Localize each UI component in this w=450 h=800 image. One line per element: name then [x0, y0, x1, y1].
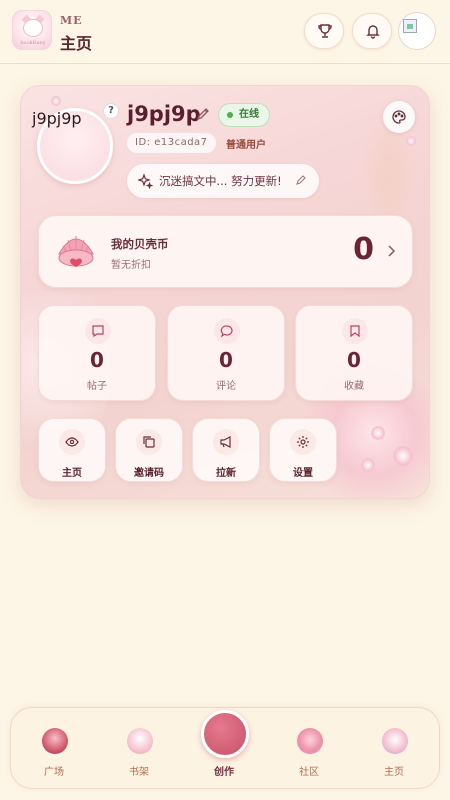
online-status-badge: 在线	[218, 103, 270, 127]
action-homepage-label: 主页	[62, 468, 82, 479]
community-icon	[297, 728, 323, 754]
gear-icon	[297, 436, 309, 448]
megaphone-icon	[220, 436, 231, 448]
action-settings[interactable]: 设置	[269, 418, 337, 482]
chevron-right-icon	[388, 245, 396, 257]
shell-icon	[58, 236, 94, 267]
profile-avatar[interactable]: j9pj9p	[32, 108, 113, 184]
bell-icon	[366, 25, 380, 39]
stat-posts-label: 帖子	[87, 381, 107, 392]
eye-icon	[65, 437, 79, 447]
status-message-text: 沉迷搞文中... 努力更新!	[159, 174, 282, 188]
nav-plaza[interactable]: 广场	[14, 708, 94, 790]
stat-favorites-label: 收藏	[344, 381, 364, 392]
logo-caption: bookBuny	[20, 40, 46, 46]
copy-icon	[143, 436, 155, 448]
header-subtitle: ME	[60, 14, 83, 27]
home-cat-icon	[382, 728, 408, 754]
stat-comments-label: 评论	[216, 381, 236, 392]
theme-button[interactable]	[383, 101, 415, 133]
nav-bookshelf-label: 书架	[129, 767, 149, 778]
stat-favorites[interactable]: 0 收藏	[295, 305, 413, 401]
page-title: 主页	[60, 34, 93, 53]
user-avatar-button[interactable]	[398, 12, 436, 50]
bookshelf-icon	[127, 728, 153, 754]
action-referral-label: 拉新	[216, 468, 236, 479]
action-settings-label: 设置	[293, 468, 313, 479]
notifications-button[interactable]	[352, 13, 392, 49]
nav-plaza-label: 广场	[44, 767, 64, 778]
action-referral[interactable]: 拉新	[192, 418, 260, 482]
avatar-alt-text: j9pj9p	[32, 109, 82, 128]
user-role: 普通用户	[226, 140, 266, 151]
achievements-button[interactable]	[304, 13, 344, 49]
broken-image-icon	[403, 19, 417, 33]
edit-status-icon[interactable]	[295, 174, 307, 186]
plaza-icon	[42, 728, 68, 754]
coins-discount: 暂无折扣	[111, 260, 151, 271]
create-icon	[201, 710, 249, 758]
app-logo[interactable]: bookBuny	[12, 10, 52, 50]
stat-posts[interactable]: 0 帖子	[38, 305, 156, 401]
help-badge[interactable]: ?	[103, 103, 119, 119]
coins-title: 我的贝壳币	[111, 237, 169, 251]
online-status-label: 在线	[239, 109, 259, 120]
nav-home[interactable]: 主页	[354, 708, 434, 790]
nav-home-label: 主页	[384, 767, 404, 778]
nav-create[interactable]: 创作	[184, 708, 264, 790]
palette-icon	[392, 110, 406, 124]
stat-comments-value: 0	[219, 348, 233, 372]
edit-name-icon[interactable]	[196, 107, 210, 121]
action-invite-code-label: 邀请码	[134, 468, 164, 479]
action-homepage[interactable]: 主页	[38, 418, 106, 482]
stat-posts-value: 0	[90, 348, 104, 372]
comment-icon	[220, 325, 233, 338]
online-dot-icon	[227, 112, 233, 118]
bottom-nav: 广场 书架 创作 社区 主页	[10, 707, 440, 789]
sparkle-icon	[137, 173, 153, 189]
profile-card: j9pj9p ? j9pj9p 在线 ID: e13cada7 普通用户 沉迷搞…	[20, 85, 430, 499]
stat-comments[interactable]: 0 评论	[167, 305, 285, 401]
coins-balance: 0	[353, 232, 374, 267]
shell-coins-panel[interactable]: 我的贝壳币 暂无折扣 0	[38, 215, 413, 288]
nav-create-label: 创作	[214, 767, 234, 778]
username: j9pj9p	[127, 102, 201, 126]
action-invite-code[interactable]: 邀请码	[115, 418, 183, 482]
top-header: bookBuny ME 主页	[0, 0, 450, 64]
bookmark-icon	[350, 325, 360, 338]
status-message[interactable]: 沉迷搞文中... 努力更新!	[127, 164, 319, 198]
nav-community[interactable]: 社区	[269, 708, 349, 790]
nav-community-label: 社区	[299, 767, 319, 778]
user-id-chip[interactable]: ID: e13cada7	[127, 133, 216, 153]
stat-favorites-value: 0	[347, 348, 361, 372]
chat-bubble-icon	[92, 325, 104, 338]
nav-bookshelf[interactable]: 书架	[99, 708, 179, 790]
trophy-icon	[318, 24, 332, 38]
